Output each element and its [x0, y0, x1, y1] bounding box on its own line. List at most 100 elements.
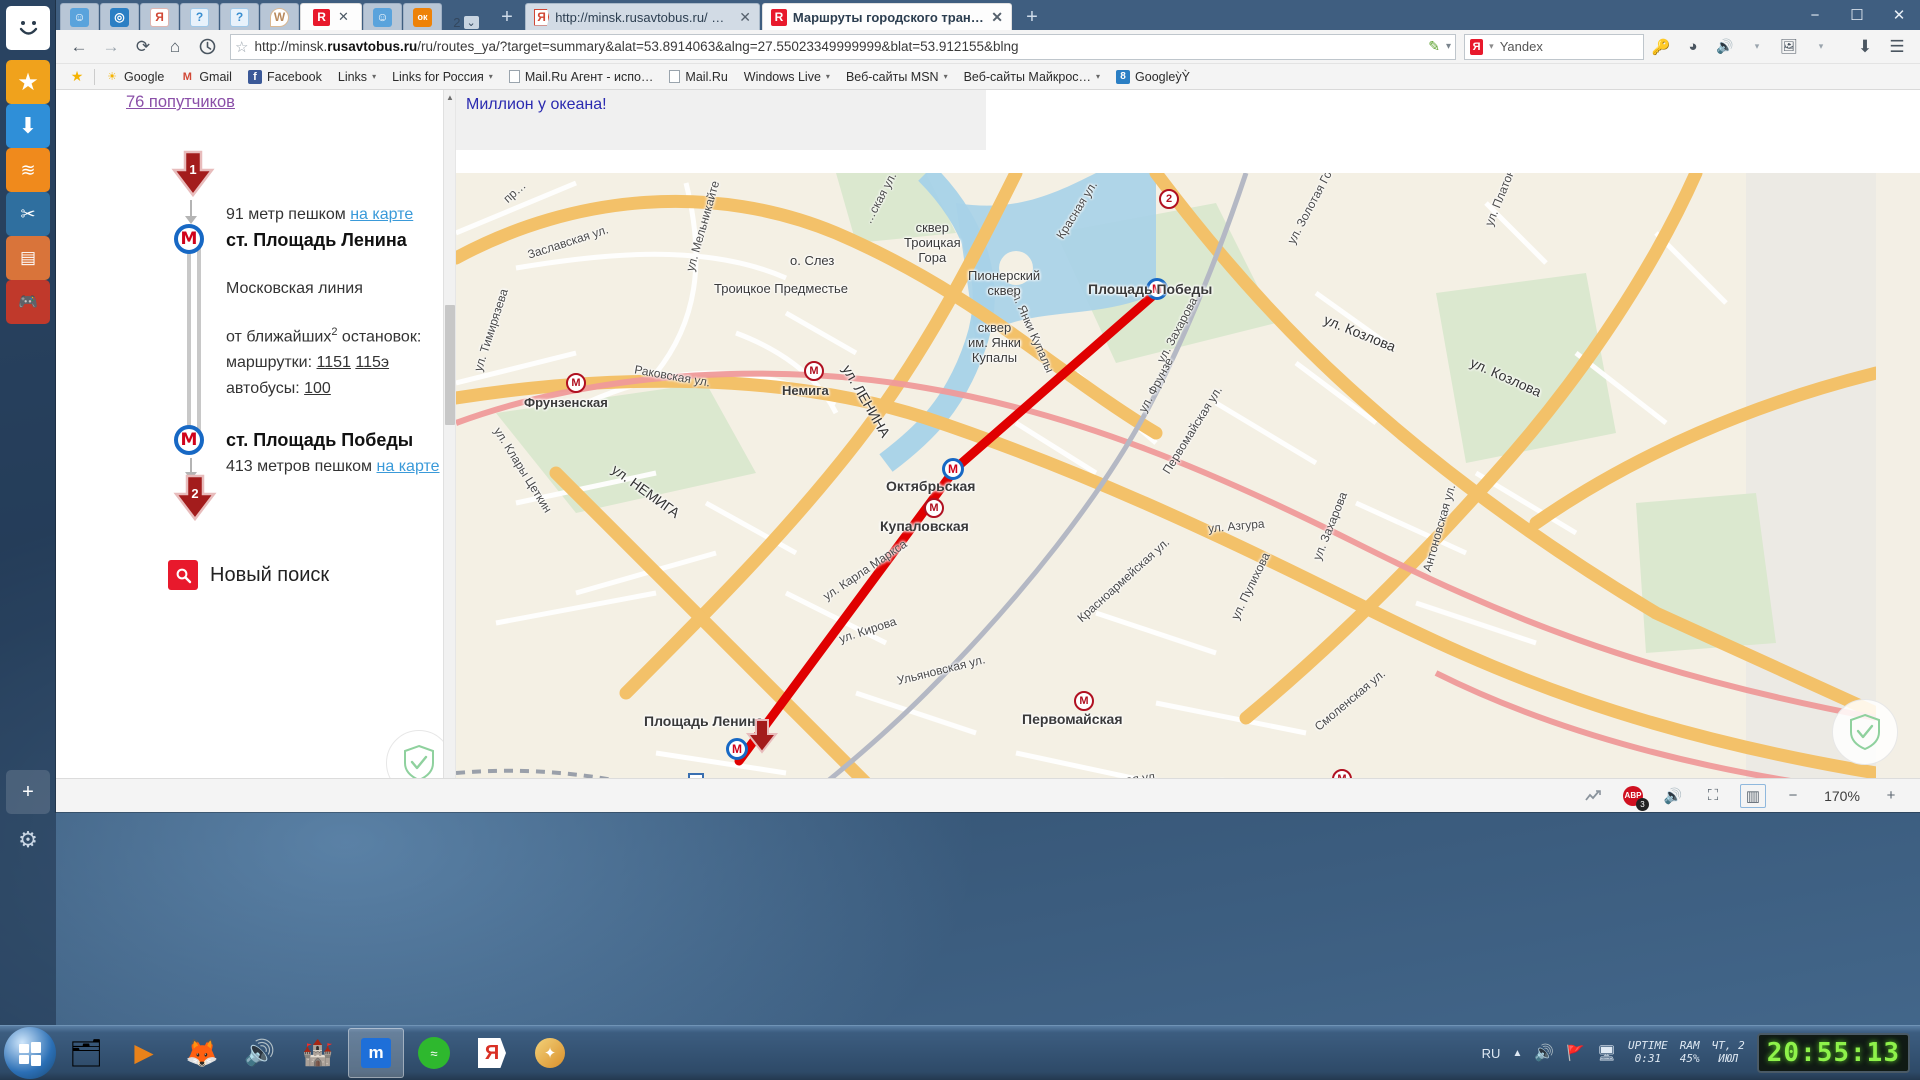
tab-rusavtobus[interactable]: Я http://minsk.rusavtobus.ru/ — Ян… ✕	[525, 3, 760, 30]
chevron-down-icon[interactable]: ▾	[1489, 41, 1494, 52]
map-canvas[interactable]: пр… Заславская ул. ул. Мельникайте ул. Т…	[456, 173, 1920, 795]
close-icon[interactable]: ✕	[991, 9, 1003, 26]
metro-marker-kupalovskaya[interactable]: М	[924, 498, 944, 518]
maximize-button[interactable]: ☐	[1836, 2, 1878, 28]
adguard-shield-icon[interactable]	[1832, 699, 1898, 765]
dock-add-button[interactable]: +	[6, 770, 50, 814]
tab-group-count[interactable]: 2 ⌄	[443, 15, 489, 30]
speaker-icon[interactable]: 🔊	[1710, 33, 1740, 61]
map-link-second[interactable]: на карте	[377, 458, 440, 475]
monitor-icon[interactable]: 🖥	[1597, 1044, 1616, 1062]
dock-rss-button[interactable]: ≋	[6, 148, 50, 192]
map-link-first[interactable]: на карте	[350, 206, 413, 223]
pinned-tab-mailru[interactable]: ◎	[100, 3, 139, 30]
bookmark-mailru-agent[interactable]: Mail.Ru Агент - испо…	[503, 68, 660, 86]
taskbar-firefox[interactable]: 🦊	[174, 1028, 230, 1078]
pin-icon[interactable]: ✎	[1428, 38, 1440, 55]
pinned-tab-rutube[interactable]: R ✕	[300, 3, 362, 30]
pinned-tab-yandex[interactable]: Я	[140, 3, 179, 30]
new-tab-button[interactable]: +	[1014, 4, 1050, 30]
taskbar-media-player[interactable]: ▶	[116, 1028, 172, 1078]
chevron-down-icon[interactable]: ▾	[1806, 33, 1836, 61]
history-button[interactable]	[192, 33, 222, 61]
end-marker[interactable]: 2	[168, 472, 222, 530]
close-button[interactable]: ✕	[1878, 2, 1920, 28]
metro-marker-nemiga[interactable]: М	[804, 361, 824, 381]
taskbar-yandex-browser[interactable]: Я	[464, 1028, 520, 1078]
tray-expand-icon[interactable]: ▲	[1512, 1048, 1522, 1059]
bookmark-microsoft[interactable]: Веб-сайты Майкрос… ▾	[958, 68, 1106, 86]
url-text[interactable]: http://minsk.rusavtobus.ru/ru/routes_ya/…	[254, 39, 1422, 54]
dock-download-button[interactable]: ⬇	[6, 104, 50, 148]
minibus-route-115e[interactable]: 115э	[355, 354, 389, 371]
taskbar-maxthon[interactable]: m	[348, 1028, 404, 1078]
companions-link[interactable]: 76 попутчиков	[126, 93, 235, 112]
pinned-tab-w[interactable]: W	[260, 3, 299, 30]
bookmark-msn[interactable]: Веб-сайты MSN ▾	[840, 68, 954, 86]
anonymous-icon[interactable]: ◕	[1678, 33, 1708, 61]
chevron-down-icon[interactable]: ▾	[1742, 33, 1772, 61]
bus-route-100[interactable]: 100	[304, 380, 331, 397]
start-button[interactable]	[4, 1027, 56, 1079]
metro-icon-ploshchad-pobedy[interactable]: М	[174, 425, 204, 455]
downloads-button[interactable]: ⬇	[1850, 33, 1880, 61]
pinned-tab-help-1[interactable]: ?	[180, 3, 219, 30]
taskbar-wifi-app[interactable]: ≈	[406, 1028, 462, 1078]
dock-user-button[interactable]	[6, 6, 50, 50]
bookmark-facebook[interactable]: f Facebook	[242, 68, 328, 86]
taskbar-explorer[interactable]: 🗂	[58, 1028, 114, 1078]
metro-marker-frunzenskaya[interactable]: М	[566, 373, 586, 393]
scrollbar-thumb[interactable]	[445, 305, 455, 425]
dock-star-button[interactable]: ★	[6, 60, 50, 104]
clock[interactable]: 20:55:13	[1756, 1033, 1910, 1073]
dock-folder-button[interactable]: ▤	[6, 236, 50, 280]
back-button[interactable]: ←	[64, 33, 94, 61]
map-destination-arrow[interactable]	[744, 718, 780, 765]
bookmark-google-plus[interactable]: 8 GoogleỳỲ	[1110, 68, 1196, 86]
zoom-in-button[interactable]: +	[1878, 784, 1904, 808]
zoom-out-button[interactable]: −	[1780, 784, 1806, 808]
pinned-tab-ok[interactable]: ок	[403, 3, 442, 30]
split-view-icon[interactable]: ▥	[1740, 783, 1766, 808]
scroll-up-arrow[interactable]: ▲	[444, 90, 456, 104]
new-tab-button-left[interactable]: +	[489, 4, 525, 30]
dock-tools-button[interactable]: ✂	[6, 192, 50, 236]
bookmark-windows-live[interactable]: Windows Live ▾	[738, 68, 836, 86]
traffic-chart-icon[interactable]	[1580, 784, 1606, 808]
tab-routes-active[interactable]: R Маршруты городского трансп… ✕	[762, 3, 1012, 30]
network-icon[interactable]: 🚩	[1566, 1044, 1585, 1062]
menu-button[interactable]: ☰	[1882, 33, 1912, 61]
pinned-tab-help-2[interactable]: ?	[220, 3, 259, 30]
minimize-button[interactable]: −	[1794, 2, 1836, 28]
volume-icon[interactable]: 🔊	[1534, 1043, 1554, 1063]
taskbar-castle-app[interactable]: 🏰	[290, 1028, 346, 1078]
metro-marker-oktyabrskaya[interactable]: М	[942, 458, 964, 480]
metro-marker-pervomayskaya[interactable]: М	[1074, 691, 1094, 711]
address-bar[interactable]: ☆ http://minsk.rusavtobus.ru/ru/routes_y…	[230, 33, 1456, 60]
fullscreen-icon[interactable]: ⛶	[1700, 784, 1726, 808]
adguard-shield-icon[interactable]	[386, 730, 443, 784]
search-input[interactable]	[1499, 39, 1638, 54]
reload-button[interactable]: ⟳	[128, 33, 158, 61]
images-icon[interactable]: 🖼	[1774, 33, 1804, 61]
sidebar-vertical-scrollbar[interactable]: ▲ ▼	[443, 90, 455, 795]
pinned-tab-smiley-1[interactable]: ☺	[60, 3, 99, 30]
metro-icon-ploshchad-lenina[interactable]: М	[174, 224, 204, 254]
close-icon[interactable]: ✕	[739, 9, 751, 26]
pinned-tab-smiley-2[interactable]: ☺	[363, 3, 402, 30]
bookmark-links[interactable]: Links ▾	[332, 68, 382, 86]
adblock-icon[interactable]: ABP 3	[1620, 784, 1649, 811]
bookmark-mailru[interactable]: Mail.Ru	[663, 68, 733, 86]
bookmark-star-icon[interactable]: ☆	[235, 38, 248, 56]
language-indicator[interactable]: RU	[1482, 1046, 1501, 1061]
forward-button[interactable]: →	[96, 33, 126, 61]
home-button[interactable]: ⌂	[160, 33, 190, 61]
map-marker-numbered[interactable]: 2	[1159, 189, 1179, 209]
new-search-button[interactable]: Новый поиск	[168, 560, 329, 590]
taskbar-volume-app[interactable]: 🔊	[232, 1028, 288, 1078]
ad-banner[interactable]: Миллион у океана!	[456, 90, 986, 150]
chevron-down-icon[interactable]: ▾	[1446, 41, 1451, 52]
dock-settings-button[interactable]: ⚙	[6, 818, 50, 862]
taskbar-compass-app[interactable]: ✦	[522, 1028, 578, 1078]
bookmark-gmail[interactable]: M Gmail	[174, 68, 238, 86]
